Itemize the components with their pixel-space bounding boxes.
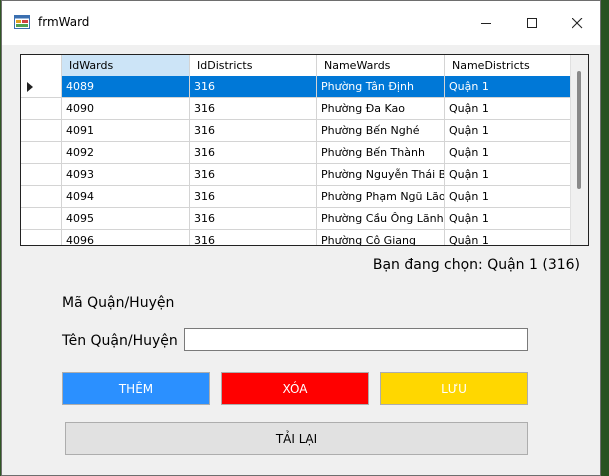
district-code-label: Mã Quận/Huyện bbox=[62, 295, 175, 311]
column-header-namedistricts[interactable]: NameDistricts bbox=[445, 55, 572, 76]
column-header-iddistricts[interactable]: IdDistricts bbox=[190, 55, 317, 76]
cell-iddistricts[interactable]: 316 bbox=[190, 164, 317, 186]
reload-button[interactable]: TẢI LẠI bbox=[65, 422, 528, 455]
cell-iddistricts[interactable]: 316 bbox=[190, 120, 317, 142]
cell-idwards[interactable]: 4095 bbox=[62, 208, 190, 230]
row-header[interactable] bbox=[21, 208, 62, 230]
cell-namewards[interactable]: Phường Tân Định bbox=[317, 76, 445, 98]
cell-namewards[interactable]: Phường Bến Thành bbox=[317, 142, 445, 164]
cell-idwards[interactable]: 4094 bbox=[62, 186, 190, 208]
cell-namedistricts[interactable]: Quận 1 bbox=[445, 76, 572, 98]
column-header-namewards[interactable]: NameWards bbox=[317, 55, 445, 76]
minimize-button[interactable] bbox=[463, 1, 509, 45]
cell-namewards[interactable]: Phường Cô Giang bbox=[317, 230, 445, 245]
grid-header: IdWards IdDistricts NameWards NameDistri… bbox=[21, 55, 588, 77]
district-name-label: Tên Quận/Huyện bbox=[62, 333, 178, 349]
maximize-button[interactable] bbox=[509, 1, 555, 45]
cell-namedistricts[interactable]: Quận 1 bbox=[445, 98, 572, 120]
cell-namedistricts[interactable]: Quận 1 bbox=[445, 230, 572, 245]
cell-namedistricts[interactable]: Quận 1 bbox=[445, 208, 572, 230]
cell-namedistricts[interactable]: Quận 1 bbox=[445, 186, 572, 208]
close-button[interactable] bbox=[554, 1, 600, 45]
app-window: frmWard IdWards IdDistricts NameWards Na… bbox=[1, 0, 601, 476]
table-row[interactable]: 4096 316 Phường Cô Giang Quận 1 bbox=[21, 230, 572, 245]
selection-status-text: Bạn đang chọn: Quận 1 (316) bbox=[372, 257, 580, 273]
grid-corner-cell[interactable] bbox=[21, 55, 62, 76]
cell-iddistricts[interactable]: 316 bbox=[190, 98, 317, 120]
title-bar: frmWard bbox=[2, 1, 600, 45]
cell-namedistricts[interactable]: Quận 1 bbox=[445, 142, 572, 164]
cell-iddistricts[interactable]: 316 bbox=[190, 142, 317, 164]
row-header[interactable] bbox=[21, 142, 62, 164]
cell-iddistricts[interactable]: 316 bbox=[190, 186, 317, 208]
cell-iddistricts[interactable]: 316 bbox=[190, 76, 317, 98]
row-header[interactable] bbox=[21, 120, 62, 142]
app-form-icon bbox=[14, 15, 30, 29]
save-button[interactable]: LƯU bbox=[380, 372, 528, 405]
table-row[interactable]: 4092 316 Phường Bến Thành Quận 1 bbox=[21, 142, 572, 164]
row-header[interactable] bbox=[21, 76, 62, 98]
row-header[interactable] bbox=[21, 186, 62, 208]
cell-idwards[interactable]: 4092 bbox=[62, 142, 190, 164]
add-button[interactable]: THÊM bbox=[62, 372, 210, 405]
cell-idwards[interactable]: 4089 bbox=[62, 76, 190, 98]
current-row-arrow-icon bbox=[27, 82, 33, 92]
cell-namedistricts[interactable]: Quận 1 bbox=[445, 164, 572, 186]
row-header[interactable] bbox=[21, 98, 62, 120]
minimize-icon bbox=[480, 22, 491, 24]
table-row[interactable]: 4094 316 Phường Phạm Ngũ Lão Quận 1 bbox=[21, 186, 572, 208]
cell-namewards[interactable]: Phường Đa Kao bbox=[317, 98, 445, 120]
cell-iddistricts[interactable]: 316 bbox=[190, 208, 317, 230]
wards-data-grid[interactable]: IdWards IdDistricts NameWards NameDistri… bbox=[20, 54, 589, 246]
cell-namewards[interactable]: Phường Bến Nghé bbox=[317, 120, 445, 142]
table-row[interactable]: 4090 316 Phường Đa Kao Quận 1 bbox=[21, 98, 572, 120]
cell-idwards[interactable]: 4090 bbox=[62, 98, 190, 120]
table-row[interactable]: 4093 316 Phường Nguyễn Thái B... Quận 1 bbox=[21, 164, 572, 186]
district-name-input[interactable] bbox=[184, 328, 528, 351]
delete-button[interactable]: XÓA bbox=[221, 372, 369, 405]
cell-idwards[interactable]: 4096 bbox=[62, 230, 190, 245]
table-row[interactable]: 4095 316 Phường Cầu Ông Lãnh Quận 1 bbox=[21, 208, 572, 230]
close-icon bbox=[571, 17, 582, 28]
cell-namewards[interactable]: Phường Cầu Ông Lãnh bbox=[317, 208, 445, 230]
scrollbar-thumb[interactable] bbox=[577, 71, 581, 189]
maximize-icon bbox=[526, 17, 537, 28]
column-header-idwards[interactable]: IdWards bbox=[62, 55, 190, 76]
cell-namewards[interactable]: Phường Nguyễn Thái B... bbox=[317, 164, 445, 186]
table-row[interactable]: 4091 316 Phường Bến Nghé Quận 1 bbox=[21, 120, 572, 142]
cell-namedistricts[interactable]: Quận 1 bbox=[445, 120, 572, 142]
cell-namewards[interactable]: Phường Phạm Ngũ Lão bbox=[317, 186, 445, 208]
cell-iddistricts[interactable]: 316 bbox=[190, 230, 317, 245]
row-header[interactable] bbox=[21, 164, 62, 186]
cell-idwards[interactable]: 4093 bbox=[62, 164, 190, 186]
window-title: frmWard bbox=[38, 15, 90, 29]
grid-vertical-scrollbar[interactable] bbox=[570, 55, 588, 245]
row-header[interactable] bbox=[21, 230, 62, 245]
table-row[interactable]: 4089 316 Phường Tân Định Quận 1 bbox=[21, 76, 572, 98]
cell-idwards[interactable]: 4091 bbox=[62, 120, 190, 142]
background-bamboo bbox=[600, 0, 609, 476]
